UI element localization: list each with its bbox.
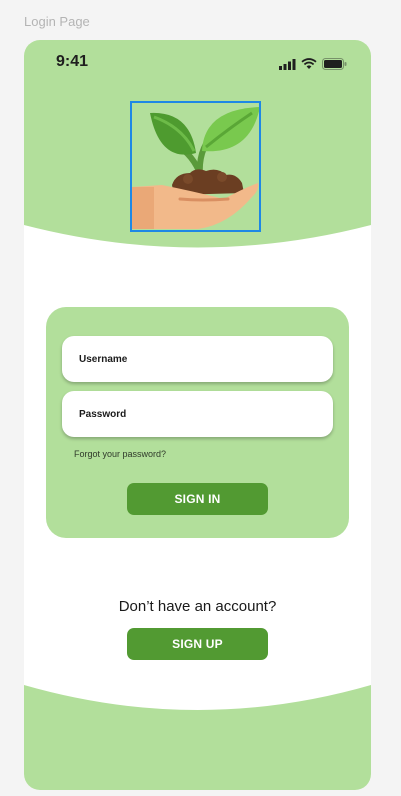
username-field[interactable]: Username: [62, 336, 333, 382]
footer-wave: [24, 685, 371, 790]
logo-container[interactable]: [130, 101, 261, 232]
status-icons: [279, 58, 347, 70]
login-form-card: Username Password Forgot your password? …: [46, 307, 349, 538]
password-placeholder: Password: [79, 408, 127, 420]
status-time: 9:41: [56, 53, 89, 70]
forgot-password-link[interactable]: Forgot your password?: [74, 449, 166, 459]
wifi-icon: [301, 58, 317, 69]
frame-label: Login Page: [24, 14, 90, 29]
plant-in-hand-icon: [132, 107, 260, 229]
sign-in-button[interactable]: SIGN IN: [127, 483, 268, 515]
signal-icon: [279, 58, 296, 70]
signup-prompt: Don’t have an account?: [118, 598, 277, 615]
battery-icon: [322, 58, 347, 70]
password-field[interactable]: Password: [62, 391, 333, 437]
sign-up-button[interactable]: SIGN UP: [127, 628, 268, 660]
phone-screen: 9:41 Username Password Forgot your passw…: [24, 40, 371, 790]
username-placeholder: Username: [79, 353, 128, 365]
